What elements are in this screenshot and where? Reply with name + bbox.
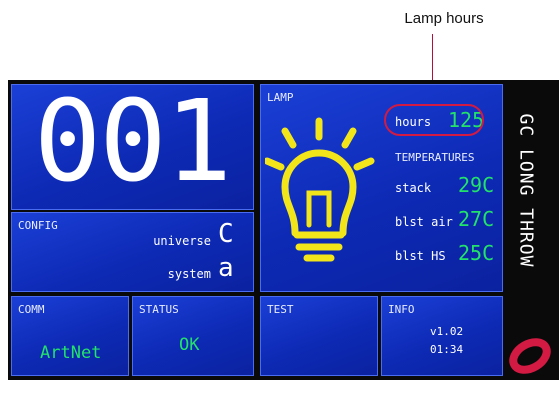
fixture-number-panel[interactable]: 001 (11, 77, 254, 210)
info-version: v1.02 (430, 325, 464, 338)
comm-value: ArtNet (40, 343, 102, 363)
device-display: 001 CONFIG universe C system a LAMP hour… (8, 77, 559, 380)
status-panel[interactable]: STATUS OK (132, 296, 254, 376)
blst-hs-value: 25C (458, 241, 495, 265)
brand-logo (509, 338, 551, 374)
lightbulb-icon (265, 117, 375, 262)
comm-panel[interactable]: COMM ArtNet (11, 296, 129, 376)
lamp-title: LAMP (267, 91, 294, 104)
comm-title: COMM (18, 303, 45, 316)
stack-label: stack (395, 181, 432, 195)
lamp-hours-annotation: Lamp hours (404, 10, 484, 27)
fixture-number: 001 (33, 77, 232, 207)
system-value: a (218, 253, 234, 283)
info-time: 01:34 (430, 343, 464, 356)
blst-hs-label: blst HS (395, 249, 446, 263)
status-title: STATUS (139, 303, 179, 316)
model-label: GC LONG THROW (515, 113, 537, 267)
info-title: INFO (388, 303, 415, 316)
universe-value: C (218, 219, 234, 249)
test-title: TEST (267, 303, 294, 316)
status-value: OK (179, 335, 200, 355)
blst-air-label: blst air (395, 215, 453, 229)
stack-value: 29C (458, 173, 495, 197)
config-panel[interactable]: CONFIG universe C system a (11, 212, 254, 292)
system-label: system (167, 267, 211, 281)
blst-air-value: 27C (458, 207, 495, 231)
test-panel[interactable]: TEST (260, 296, 378, 376)
config-title: CONFIG (18, 219, 58, 232)
universe-label: universe (153, 234, 211, 248)
model-label-side: GC LONG THROW (504, 84, 548, 296)
temperatures-title: TEMPERATURES (395, 151, 475, 164)
hours-highlight-ring (384, 104, 484, 136)
info-panel[interactable]: INFO v1.02 01:34 (381, 296, 503, 376)
